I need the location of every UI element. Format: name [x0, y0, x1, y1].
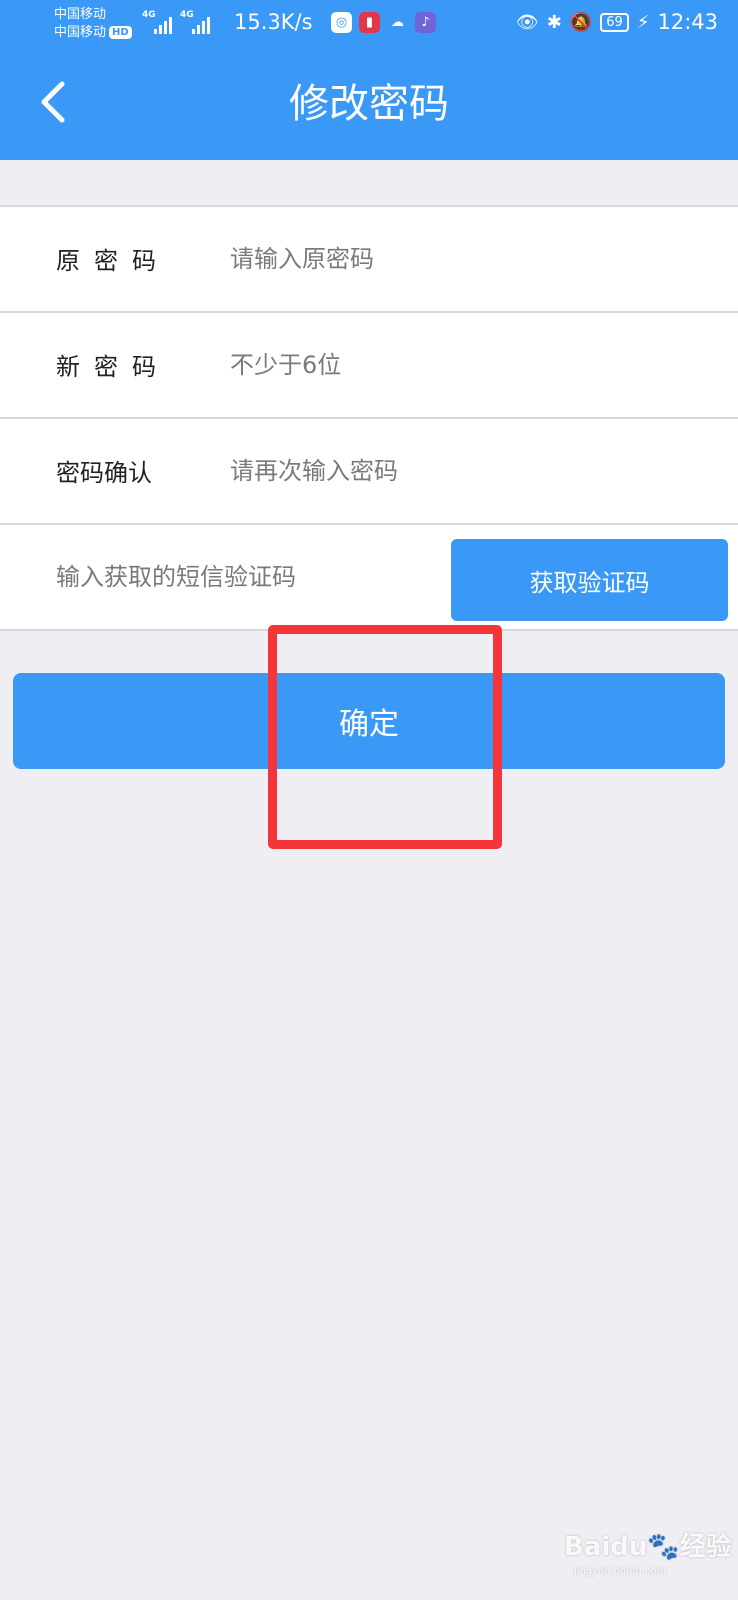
carrier-2-label: 中国移动: [54, 25, 107, 40]
new-password-label: 新密码: [56, 353, 170, 381]
page-title: 修改密码: [289, 81, 449, 127]
watermark-url: jingyan.baidu.com: [574, 1566, 667, 1577]
highlight-annotation-box: [268, 625, 502, 849]
confirm-password-label: 密码确认: [56, 459, 152, 487]
notification-icons: ◎ ▮ ☁ ♪: [331, 12, 436, 33]
bluetooth-icon: ✱: [546, 11, 562, 33]
password-form: 原密码 新密码 密码确认 获取验证码: [0, 205, 738, 631]
clock: 12:43: [657, 10, 718, 34]
watermark-product: 经验: [679, 1532, 732, 1562]
new-password-row: 新密码: [0, 311, 738, 417]
status-bar-right: 👁 ✱ 🔕 69 ⚡ 12:43: [516, 10, 718, 34]
signal-strength-icon: 4G: [142, 10, 172, 36]
status-bar-carriers: 中国移动 中国移动 HD: [54, 6, 132, 42]
confirm-password-input[interactable]: [230, 451, 700, 491]
baidu-watermark: Baidu🐾经验: [564, 1526, 732, 1563]
cloud-app-icon: ☁: [391, 15, 404, 30]
app-header: 中国移动 中国移动 HD 4G 4G 15.3K/s ◎ ▮ ☁ ♪ 👁 ✱ 🔕 …: [0, 0, 738, 160]
get-code-button[interactable]: 获取验证码: [451, 539, 728, 621]
old-password-input[interactable]: [230, 239, 700, 279]
paw-icon: 🐾: [647, 1532, 680, 1562]
watermark-brand: Baidu: [564, 1532, 648, 1562]
hd-badge: HD: [109, 26, 132, 39]
signal-strength-icon: 4G: [180, 10, 210, 36]
old-password-row: 原密码: [0, 205, 738, 311]
old-password-label: 原密码: [56, 247, 170, 275]
eye-icon: 👁: [515, 11, 539, 33]
carrier-2: 中国移动 HD: [54, 24, 132, 42]
music-app-icon: ♪: [415, 12, 436, 33]
carrier-1: 中国移动: [54, 7, 107, 22]
confirm-password-row: 密码确认: [0, 417, 738, 523]
book-app-icon: ▮: [359, 12, 380, 33]
bell-off-icon: 🔕: [569, 11, 593, 33]
sms-code-input[interactable]: [56, 557, 426, 597]
signal-indicators: 4G 4G: [142, 10, 210, 36]
sms-code-row: 获取验证码: [0, 523, 738, 631]
battery-indicator: 69: [600, 12, 629, 32]
app-notification-icon: ◎: [331, 12, 352, 33]
charging-icon: ⚡: [636, 11, 650, 33]
new-password-input[interactable]: [230, 345, 700, 385]
network-speed: 15.3K/s: [234, 10, 313, 34]
